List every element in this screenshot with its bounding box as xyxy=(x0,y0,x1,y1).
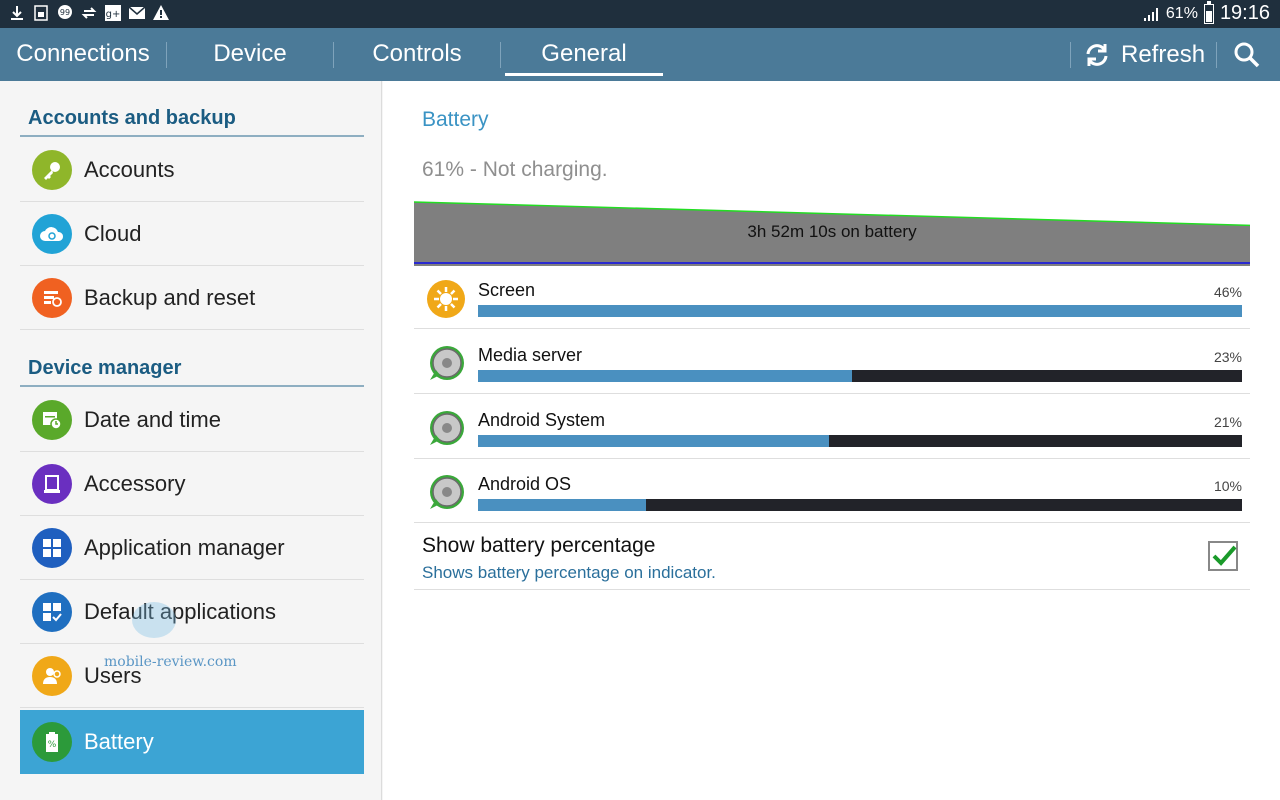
usage-bar xyxy=(478,499,1242,511)
section-header-device-manager: Device manager xyxy=(20,349,364,387)
android-app-icon xyxy=(430,346,464,380)
battery-percent: 61% xyxy=(1165,4,1198,22)
android-app-icon xyxy=(430,475,464,509)
action-bar: Connections Device Controls General Refr… xyxy=(0,28,1280,81)
download-icon xyxy=(11,6,23,20)
sidebar-item-label: Backup and reset xyxy=(84,284,256,310)
battery-detail-pane: Battery 61% - Not charging. 3h 52m 10s o… xyxy=(383,81,1280,800)
calendar-clock-icon xyxy=(32,399,72,440)
usage-bar-fill xyxy=(478,305,1242,317)
backup-icon xyxy=(32,277,72,318)
show-percentage-checkbox[interactable] xyxy=(1208,541,1238,571)
usage-row-android-system[interactable]: Android System 21% xyxy=(414,395,1250,459)
sidebar-item-label: Date and time xyxy=(84,406,221,432)
usage-percent: 21% xyxy=(1213,414,1242,430)
battery-icon xyxy=(1203,0,1214,24)
usage-bar-fill xyxy=(478,435,830,447)
setting-title: Show battery percentage xyxy=(422,534,656,557)
usage-row-media-server[interactable]: Media server 23% xyxy=(414,330,1250,394)
search-icon[interactable] xyxy=(1232,40,1262,70)
setting-summary: Shows battery percentage on indicator. xyxy=(422,563,716,582)
watermark-logo xyxy=(132,602,176,638)
sidebar-item-accounts[interactable]: Accounts xyxy=(20,138,364,202)
android-app-icon xyxy=(430,411,464,445)
cloud-icon xyxy=(32,213,72,254)
users-icon xyxy=(32,655,72,696)
key-icon xyxy=(32,149,72,190)
sidebar-item-label: Cloud xyxy=(84,220,142,246)
tab-device[interactable]: Device xyxy=(167,28,333,81)
sidebar-item-application-manager[interactable]: Application manager xyxy=(20,516,364,580)
grid-icon xyxy=(32,527,72,568)
sidebar-item-backup-reset[interactable]: Backup and reset xyxy=(20,266,364,330)
refresh-button[interactable]: Refresh xyxy=(1083,28,1205,81)
usage-percent: 23% xyxy=(1213,349,1242,365)
mail-icon xyxy=(128,6,146,19)
usage-percent: 10% xyxy=(1213,478,1242,494)
usage-bar xyxy=(478,435,1242,447)
usage-name: Android System xyxy=(478,410,606,430)
sidebar-item-label: Accounts xyxy=(84,156,175,182)
sidebar-item-battery[interactable]: % Battery xyxy=(20,710,364,774)
tab-controls[interactable]: Controls xyxy=(334,28,500,81)
sync-icon xyxy=(81,7,97,19)
usage-bar xyxy=(478,370,1242,382)
usage-row-android-os[interactable]: Android OS 10% xyxy=(414,459,1250,523)
sidebar-item-label: Accessory xyxy=(84,470,186,496)
svg-text:%: % xyxy=(48,740,57,750)
show-battery-percentage-setting[interactable]: Show battery percentage Shows battery pe… xyxy=(414,524,1250,590)
sidebar-item-label: Battery xyxy=(84,729,154,754)
tab-active-indicator xyxy=(505,73,663,76)
page-title: Battery xyxy=(422,108,489,131)
usage-percent: 46% xyxy=(1213,284,1242,300)
sim-icon xyxy=(34,5,48,21)
usage-bar-fill xyxy=(478,370,853,382)
svg-text:99: 99 xyxy=(60,8,70,17)
section-header-accounts-backup: Accounts and backup xyxy=(20,99,364,137)
refresh-label: Refresh xyxy=(1121,40,1206,68)
sidebar-item-cloud[interactable]: Cloud xyxy=(20,202,364,266)
accessory-icon xyxy=(32,463,72,504)
signal-icon xyxy=(1143,7,1158,21)
watermark-text: mobile-review.com xyxy=(104,654,237,670)
sidebar-item-default-applications[interactable]: Default applications xyxy=(20,580,364,644)
usage-bar-fill xyxy=(478,499,647,511)
graph-label: 3h 52m 10s on battery xyxy=(747,222,917,241)
svg-text:g+: g+ xyxy=(106,9,121,20)
sidebar-item-accessory[interactable]: Accessory xyxy=(20,452,364,516)
refresh-icon xyxy=(1086,43,1108,66)
warning-icon xyxy=(153,5,169,20)
check-icon xyxy=(1212,545,1237,566)
usage-row-screen[interactable]: Screen 46% xyxy=(414,265,1250,329)
status-bar: 99 g+ 61% 19:16 xyxy=(0,0,1280,28)
clock: 19:16 xyxy=(1219,2,1270,24)
usage-name: Media server xyxy=(478,345,583,365)
screen-brightness-icon xyxy=(427,280,465,318)
battery-status: 61% - Not charging. xyxy=(422,158,608,181)
usage-name: Android OS xyxy=(478,474,572,494)
google-plus-icon: g+ xyxy=(105,5,121,21)
sidebar-item-label: Application manager xyxy=(84,534,285,560)
notification-icons: 99 g+ xyxy=(8,4,170,22)
tab-connections[interactable]: Connections xyxy=(0,28,166,81)
sidebar-item-date-time[interactable]: Date and time xyxy=(20,388,364,452)
settings-sidebar: Accounts and backup Accounts Cloud Backu… xyxy=(0,81,382,800)
default-apps-icon xyxy=(32,591,72,632)
usage-bar xyxy=(478,305,1242,317)
usage-name: Screen xyxy=(478,280,536,300)
battery-icon: % xyxy=(32,722,72,762)
chat-icon: 99 xyxy=(58,5,72,19)
sidebar-item-label: Default applications xyxy=(84,598,277,624)
